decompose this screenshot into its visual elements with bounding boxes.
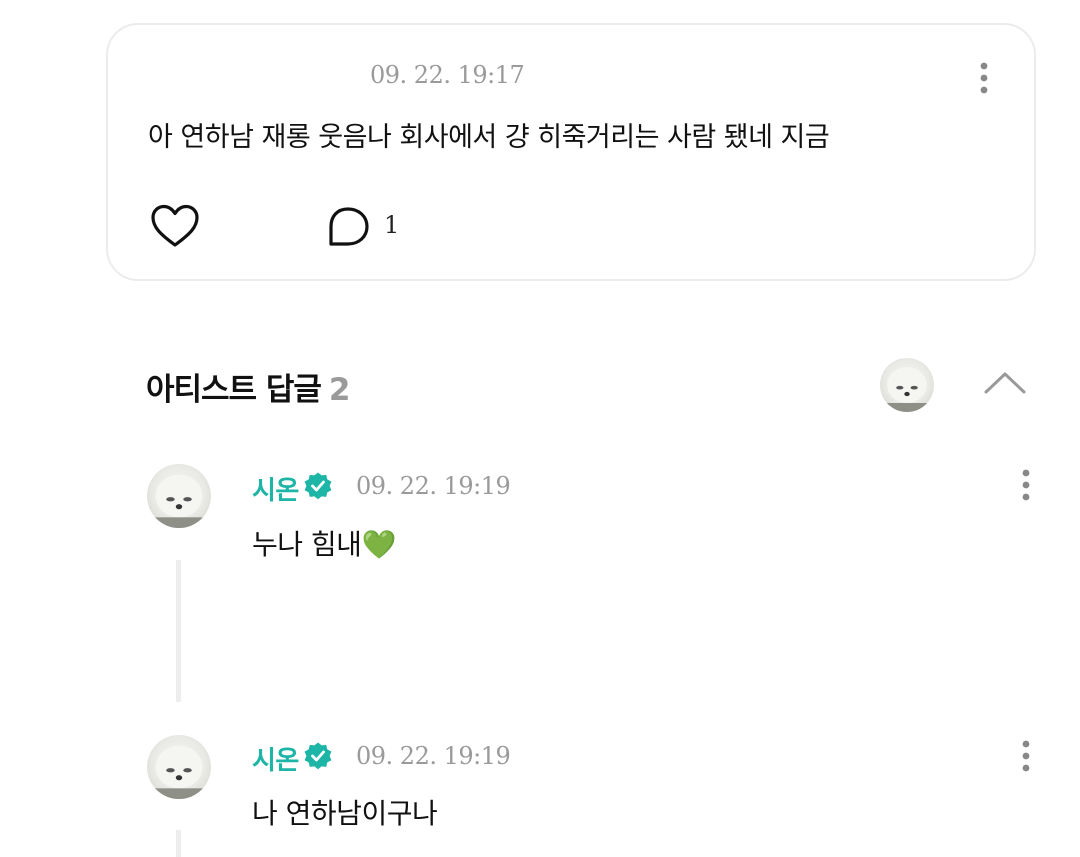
thread-line bbox=[176, 830, 181, 857]
comment-button[interactable] bbox=[324, 205, 372, 251]
comment-count: 1 bbox=[384, 211, 400, 239]
reply-author[interactable]: 시온 bbox=[252, 740, 299, 777]
post-timestamp: 09. 22. 19:17 bbox=[370, 61, 525, 89]
artist-avatar[interactable] bbox=[880, 358, 934, 412]
dog-avatar-icon bbox=[880, 367, 934, 412]
post-text: 아 연하남 재롱 웃음나 회사에서 걍 히죽거리는 사람 됐네 지금 bbox=[148, 122, 830, 153]
reply-timestamp: 09. 22. 19:19 bbox=[356, 472, 511, 500]
dog-avatar-icon bbox=[147, 474, 211, 528]
artist-replies-count: 2 bbox=[328, 372, 351, 408]
chevron-up-icon bbox=[984, 372, 1026, 394]
reply-author[interactable]: 시온 bbox=[252, 470, 299, 507]
reply-avatar[interactable] bbox=[147, 464, 211, 528]
reply-timestamp: 09. 22. 19:19 bbox=[356, 742, 511, 770]
heart-outline-icon bbox=[151, 204, 199, 247]
verified-badge-icon bbox=[304, 742, 332, 770]
collapse-button[interactable] bbox=[980, 362, 1030, 402]
verified-badge-icon bbox=[304, 472, 332, 500]
reply-avatar[interactable] bbox=[147, 735, 211, 799]
post-more-icon[interactable] bbox=[974, 61, 994, 95]
speech-bubble-icon bbox=[329, 207, 369, 246]
artist-replies-title: 아티스트 답글 2 bbox=[146, 364, 350, 409]
reply-more-icon[interactable] bbox=[1016, 739, 1036, 773]
reply-text: 누나 힘내💚 bbox=[252, 528, 396, 561]
reply-more-icon[interactable] bbox=[1016, 468, 1036, 502]
post-card: 09. 22. 19:17 아 연하남 재롱 웃음나 회사에서 걍 히죽거리는 … bbox=[106, 23, 1036, 281]
artist-replies-label: 아티스트 답글 bbox=[146, 372, 322, 408]
reply-text: 나 연하남이구나 bbox=[252, 797, 438, 830]
like-button[interactable] bbox=[150, 203, 200, 251]
thread-line bbox=[176, 560, 181, 702]
dog-avatar-icon bbox=[147, 745, 211, 799]
